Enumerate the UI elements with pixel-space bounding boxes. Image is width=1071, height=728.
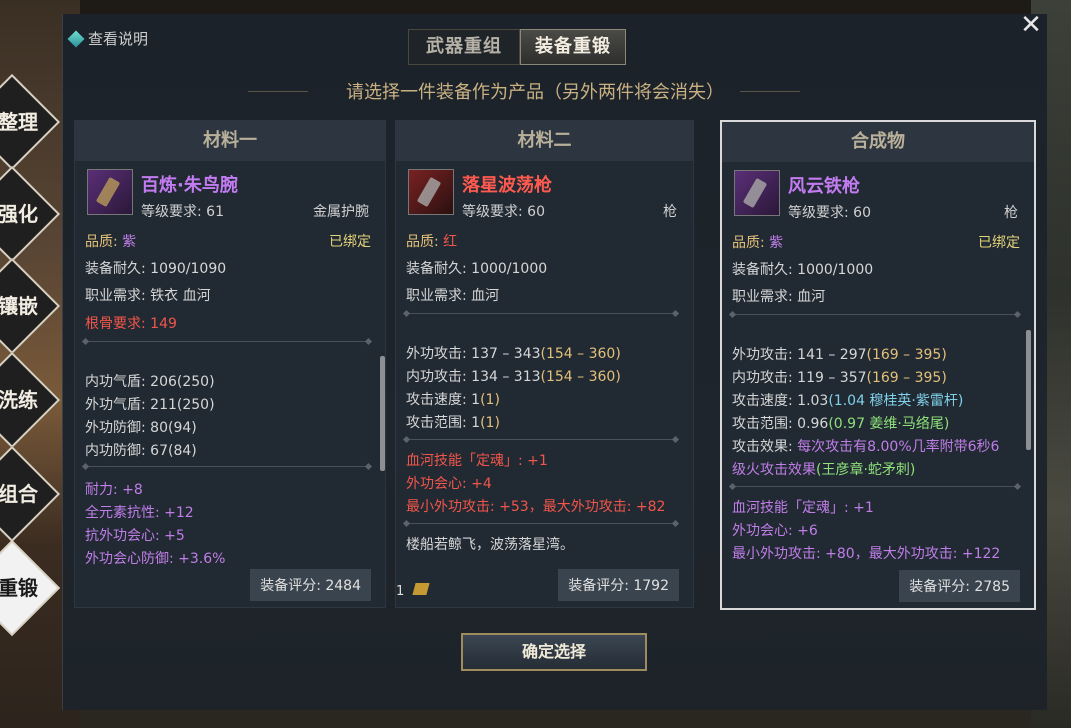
side-label-inlay: 镶嵌: [0, 294, 38, 318]
spear-icon: [408, 169, 454, 215]
stat-row: 攻击范围: 0.96(0.97 姜维·马络尾): [732, 416, 950, 432]
instruction-text: 请选择一件装备作为产品（另外两件将会消失）: [346, 82, 724, 103]
stat-row: 攻击速度: 1.03(1.04 穆桂英·紫雷杆): [732, 393, 964, 409]
help-link[interactable]: 查看说明: [67, 28, 149, 49]
bonus-row: 抗外功会心: +5: [85, 528, 185, 544]
tab-weapon-recombine[interactable]: 武器重组: [408, 29, 520, 65]
durability: 装备耐久: 1090/1090: [85, 261, 227, 277]
scrollbar[interactable]: [1026, 330, 1031, 450]
item-type: 枪: [1004, 205, 1018, 221]
bonus-row: 血河技能「定魂」: +1: [406, 453, 548, 469]
quality-row: 品质: 紫: [85, 234, 137, 250]
bonus-row: 外功会心: +6: [732, 523, 818, 539]
card-header: 合成物: [722, 122, 1034, 162]
tab-equipment-reforge[interactable]: 装备重锻: [520, 29, 626, 65]
item-name: 落星波荡枪: [462, 175, 552, 196]
stat-row: 攻击范围: 1(1): [406, 415, 500, 431]
bonus-row: 最小外功攻击: +53，最大外功攻击: +82: [406, 499, 666, 515]
stat-row: 外功攻击: 141 – 297(169 – 395): [732, 347, 947, 363]
flavor-text: 楼船若鲸飞，波荡落星湾。: [406, 537, 574, 553]
instruction-line-left: [248, 91, 308, 92]
stat-row: 外功气盾: 211(250): [85, 397, 215, 413]
top-edge: [0, 0, 1071, 14]
bonus-row: 最小外功攻击: +80，最大外功攻击: +122: [732, 546, 1001, 562]
side-label-combine: 组合: [0, 482, 38, 506]
effect-row-continued: 级火攻击效果(王彦章·蛇矛刺): [732, 462, 916, 478]
side-label-enhance: 强化: [0, 202, 38, 226]
close-icon[interactable]: ✕: [1018, 12, 1044, 38]
divider: [406, 313, 676, 314]
divider: [406, 439, 676, 440]
side-label-reforge: 重锻: [0, 576, 38, 600]
card-header: 材料二: [396, 121, 693, 161]
bonus-row: 全元素抗性: +12: [85, 505, 194, 521]
item-count: 1: [396, 584, 405, 599]
stat-row: 内功防御: 67(84): [85, 443, 197, 459]
equipment-score: 装备评分: 2484: [250, 569, 371, 601]
durability: 装备耐久: 1000/1000: [732, 262, 874, 278]
item-name: 百炼·朱鸟腕: [141, 175, 238, 196]
stat-row: 外功防御: 80(94): [85, 420, 197, 436]
scrollbar[interactable]: [380, 356, 385, 471]
item-type: 金属护腕: [313, 204, 369, 220]
material-card-1[interactable]: 材料一 百炼·朱鸟腕 等级要求: 61 金属护腕 品质: 紫 已绑定 装备耐久:…: [74, 120, 386, 608]
durability: 装备耐久: 1000/1000: [406, 261, 548, 277]
side-label-refine: 洗练: [0, 388, 38, 412]
divider: [732, 486, 1018, 487]
stat-row: 内功气盾: 206(250): [85, 374, 215, 390]
item-type: 枪: [663, 204, 677, 220]
help-label: 查看说明: [88, 30, 149, 48]
info-diamond-icon: [67, 30, 85, 47]
bone-requirement: 根骨要求: 149: [85, 316, 177, 332]
instruction-line-right: [740, 91, 800, 92]
material-card-2[interactable]: 材料二 落星波荡枪 等级要求: 60 枪 品质: 红 装备耐久: 1000/10…: [395, 120, 694, 608]
side-label-organize: 整理: [0, 110, 38, 134]
divider: [85, 466, 369, 467]
equipment-score: 装备评分: 2785: [899, 570, 1020, 602]
class-requirement: 职业需求: 血河: [406, 288, 500, 304]
item-name: 风云铁枪: [788, 176, 860, 197]
bound-status: 已绑定: [329, 234, 371, 250]
confirm-button[interactable]: 确定选择: [461, 633, 647, 671]
bonus-row: 耐力: +8: [85, 482, 143, 498]
effect-row: 攻击效果: 每次攻击有8.00%几率附带6秒6: [732, 439, 1000, 455]
level-requirement: 等级要求: 61: [141, 204, 224, 220]
bracer-icon: [87, 169, 133, 215]
product-card[interactable]: 合成物 风云铁枪 等级要求: 60 枪 品质: 紫 已绑定 装备耐久: 1000…: [720, 120, 1036, 610]
equipment-score: 装备评分: 1792: [558, 569, 679, 601]
stat-row: 外功攻击: 137 – 343(154 – 360): [406, 346, 621, 362]
level-requirement: 等级要求: 60: [462, 204, 545, 220]
stat-row: 内功攻击: 134 – 313(154 – 360): [406, 369, 621, 385]
bonus-row: 外功会心防御: +3.6%: [85, 551, 226, 567]
divider: [732, 314, 1018, 315]
stat-row: 攻击速度: 1(1): [406, 392, 500, 408]
quality-row: 品质: 红: [406, 234, 458, 250]
divider: [406, 523, 676, 524]
class-requirement: 职业需求: 铁衣 血河: [85, 288, 211, 304]
divider: [85, 341, 369, 342]
bonus-row: 血河技能「定魂」: +1: [732, 500, 874, 516]
bonus-row: 外功会心: +4: [406, 476, 492, 492]
card-header: 材料一: [75, 121, 385, 161]
quality-row: 品质: 紫: [732, 235, 784, 251]
stat-row: 内功攻击: 119 – 357(169 – 395): [732, 370, 947, 386]
spear-icon: [734, 170, 780, 216]
class-requirement: 职业需求: 血河: [732, 289, 826, 305]
mode-tabs: 武器重组 装备重锻: [408, 29, 626, 65]
level-requirement: 等级要求: 60: [788, 205, 871, 221]
bound-status: 已绑定: [978, 235, 1020, 251]
